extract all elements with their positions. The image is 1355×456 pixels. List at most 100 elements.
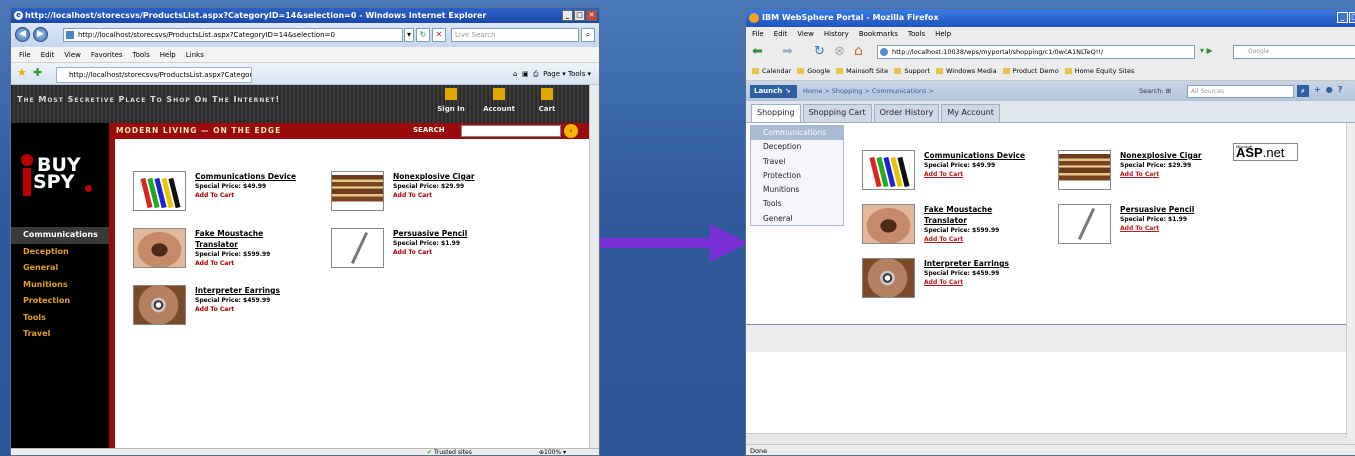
print-icon[interactable]: ⎙ xyxy=(533,70,539,78)
tab-my-account[interactable]: My Account xyxy=(941,104,1000,122)
menu-view[interactable]: View xyxy=(64,47,81,62)
menu-links[interactable]: Links xyxy=(186,47,204,62)
ie-tab[interactable]: http://localhost/storecsvs/ProductsList.… xyxy=(56,67,252,83)
product-name[interactable]: Persuasive Pencil xyxy=(1120,204,1194,215)
menu-help[interactable]: Help xyxy=(160,47,176,62)
menu-tools[interactable]: Tools xyxy=(908,27,925,42)
breadcrumb[interactable]: Home > Shopping > Communications > xyxy=(803,85,934,98)
feeds-icon[interactable]: ▣ xyxy=(522,70,529,78)
maximize-button[interactable]: □ xyxy=(574,10,585,21)
ie-page-tools-label[interactable]: Page ▾ Tools ▾ xyxy=(543,70,591,78)
menu-history[interactable]: History xyxy=(824,27,849,42)
zoom-level[interactable]: ⊕100% ▾ xyxy=(539,449,566,455)
add-to-cart-link[interactable]: Add To Cart xyxy=(1120,170,1202,179)
search-go-icon[interactable]: ⌕ xyxy=(1297,85,1309,97)
category-protection[interactable]: Protection xyxy=(11,293,109,310)
ie-command-bar[interactable]: ⌂ ▣ ⎙ Page ▾ Tools ▾ xyxy=(513,67,591,81)
ff-vertical-scrollbar[interactable] xyxy=(1346,123,1355,438)
bookmark-product-demo[interactable]: Product Demo xyxy=(1003,62,1059,80)
ff-address-field[interactable]: http://localhost:10038/wps/myportal/shop… xyxy=(877,45,1195,59)
product-name[interactable]: Nonexplosive Cigar xyxy=(1120,150,1202,161)
earring-image[interactable] xyxy=(862,258,915,298)
product-name[interactable]: Persuasive Pencil xyxy=(393,228,467,239)
product-name-line2[interactable]: Translator xyxy=(924,215,999,226)
menu-file[interactable]: File xyxy=(752,27,764,42)
category-protection[interactable]: Protection xyxy=(751,169,843,183)
menu-edit[interactable]: Edit xyxy=(41,47,55,62)
sign-in-link[interactable]: Sign In xyxy=(433,88,469,113)
minimize-button[interactable]: _ xyxy=(1337,12,1348,23)
category-tools[interactable]: Tools xyxy=(11,310,109,327)
menu-file[interactable]: File xyxy=(19,47,31,62)
portal-search-input[interactable]: All Sources xyxy=(1187,85,1294,98)
maximize-button[interactable]: □ xyxy=(1349,12,1355,23)
pencil-image[interactable] xyxy=(331,228,384,268)
forward-icon[interactable]: ➡ xyxy=(782,44,793,59)
forward-icon[interactable]: ▶ xyxy=(33,27,48,42)
cigar-image[interactable] xyxy=(1058,150,1111,190)
category-travel[interactable]: Travel xyxy=(751,155,843,169)
product-name[interactable]: Fake Moustache xyxy=(195,228,270,239)
bookmark-google[interactable]: Google xyxy=(797,62,830,80)
ie-search-input[interactable]: Live Search xyxy=(451,28,579,42)
product-name[interactable]: Communications Device xyxy=(195,171,296,182)
add-to-cart-link[interactable]: Add To Cart xyxy=(195,259,270,268)
category-munitions[interactable]: Munitions xyxy=(751,183,843,197)
ff-horizontal-scrollbar[interactable] xyxy=(746,433,1346,444)
bookmark-home-equity[interactable]: Home Equity Sites xyxy=(1065,62,1135,80)
ff-search-input[interactable]: Google xyxy=(1233,45,1355,59)
crayons-image[interactable] xyxy=(862,150,915,190)
earring-image[interactable] xyxy=(133,285,186,325)
pencil-image[interactable] xyxy=(1058,204,1111,244)
add-to-cart-link[interactable]: Add To Cart xyxy=(195,305,280,314)
add-to-cart-link[interactable]: Add To Cart xyxy=(924,170,1025,179)
go-icon[interactable]: ▾ ▶ xyxy=(1200,46,1213,55)
product-name[interactable]: Interpreter Earrings xyxy=(924,258,1009,269)
crayons-image[interactable] xyxy=(133,171,186,211)
account-link[interactable]: Account xyxy=(481,88,517,113)
site-search-input[interactable] xyxy=(461,125,561,137)
product-name[interactable]: Fake Moustache xyxy=(924,204,999,215)
menu-bookmarks[interactable]: Bookmarks xyxy=(859,27,898,42)
bookmark-support[interactable]: Support xyxy=(894,62,930,80)
moustache-image[interactable] xyxy=(862,204,915,244)
add-to-cart-link[interactable]: Add To Cart xyxy=(195,191,296,200)
category-general[interactable]: General xyxy=(751,212,843,226)
refresh-icon[interactable]: ↻ xyxy=(416,28,430,42)
product-name[interactable]: Communications Device xyxy=(924,150,1025,161)
product-name[interactable]: Interpreter Earrings xyxy=(195,285,280,296)
ie-address-field[interactable]: http://localhost/storecsvs/ProductsList.… xyxy=(63,28,403,42)
category-deception[interactable]: Deception xyxy=(11,244,109,261)
category-deception[interactable]: Deception xyxy=(751,140,843,154)
cart-link[interactable]: Cart xyxy=(529,88,565,113)
stop-icon[interactable]: ✕ xyxy=(432,28,446,42)
bookmark-windows-media[interactable]: Windows Media xyxy=(936,62,997,80)
menu-view[interactable]: View xyxy=(797,27,814,42)
user-icon[interactable]: ● xyxy=(1326,85,1333,97)
minimize-button[interactable]: _ xyxy=(562,10,573,21)
ie-vertical-scrollbar[interactable] xyxy=(589,85,599,448)
back-icon[interactable]: ◀ xyxy=(15,27,30,42)
help-icon[interactable]: ? xyxy=(1338,85,1343,97)
site-search-go-button[interactable]: › xyxy=(564,124,578,138)
tab-order-history[interactable]: Order History xyxy=(873,104,940,122)
product-name-line2[interactable]: Translator xyxy=(195,239,270,250)
address-dropdown-icon[interactable]: ▾ xyxy=(404,28,414,42)
add-to-cart-link[interactable]: Add To Cart xyxy=(393,248,467,257)
menu-tools[interactable]: Tools xyxy=(133,47,150,62)
menu-edit[interactable]: Edit xyxy=(774,27,788,42)
add-to-cart-link[interactable]: Add To Cart xyxy=(924,235,999,244)
launch-button[interactable]: Launch ↘ xyxy=(750,85,797,98)
home-icon[interactable]: ⌂ xyxy=(513,70,517,78)
category-communications[interactable]: Communications xyxy=(11,227,109,244)
add-favorite-icon[interactable]: ✚ xyxy=(33,66,42,79)
home-icon[interactable]: ⌂ xyxy=(854,43,863,59)
category-communications[interactable]: Communications xyxy=(751,126,843,141)
category-general[interactable]: General xyxy=(11,260,109,277)
tab-shopping[interactable]: Shopping xyxy=(751,104,801,122)
moustache-image[interactable] xyxy=(133,228,186,268)
close-button[interactable]: ✕ xyxy=(586,10,597,21)
product-name[interactable]: Nonexplosive Cigar xyxy=(393,171,475,182)
category-tools[interactable]: Tools xyxy=(751,197,843,211)
cigar-image[interactable] xyxy=(331,171,384,211)
